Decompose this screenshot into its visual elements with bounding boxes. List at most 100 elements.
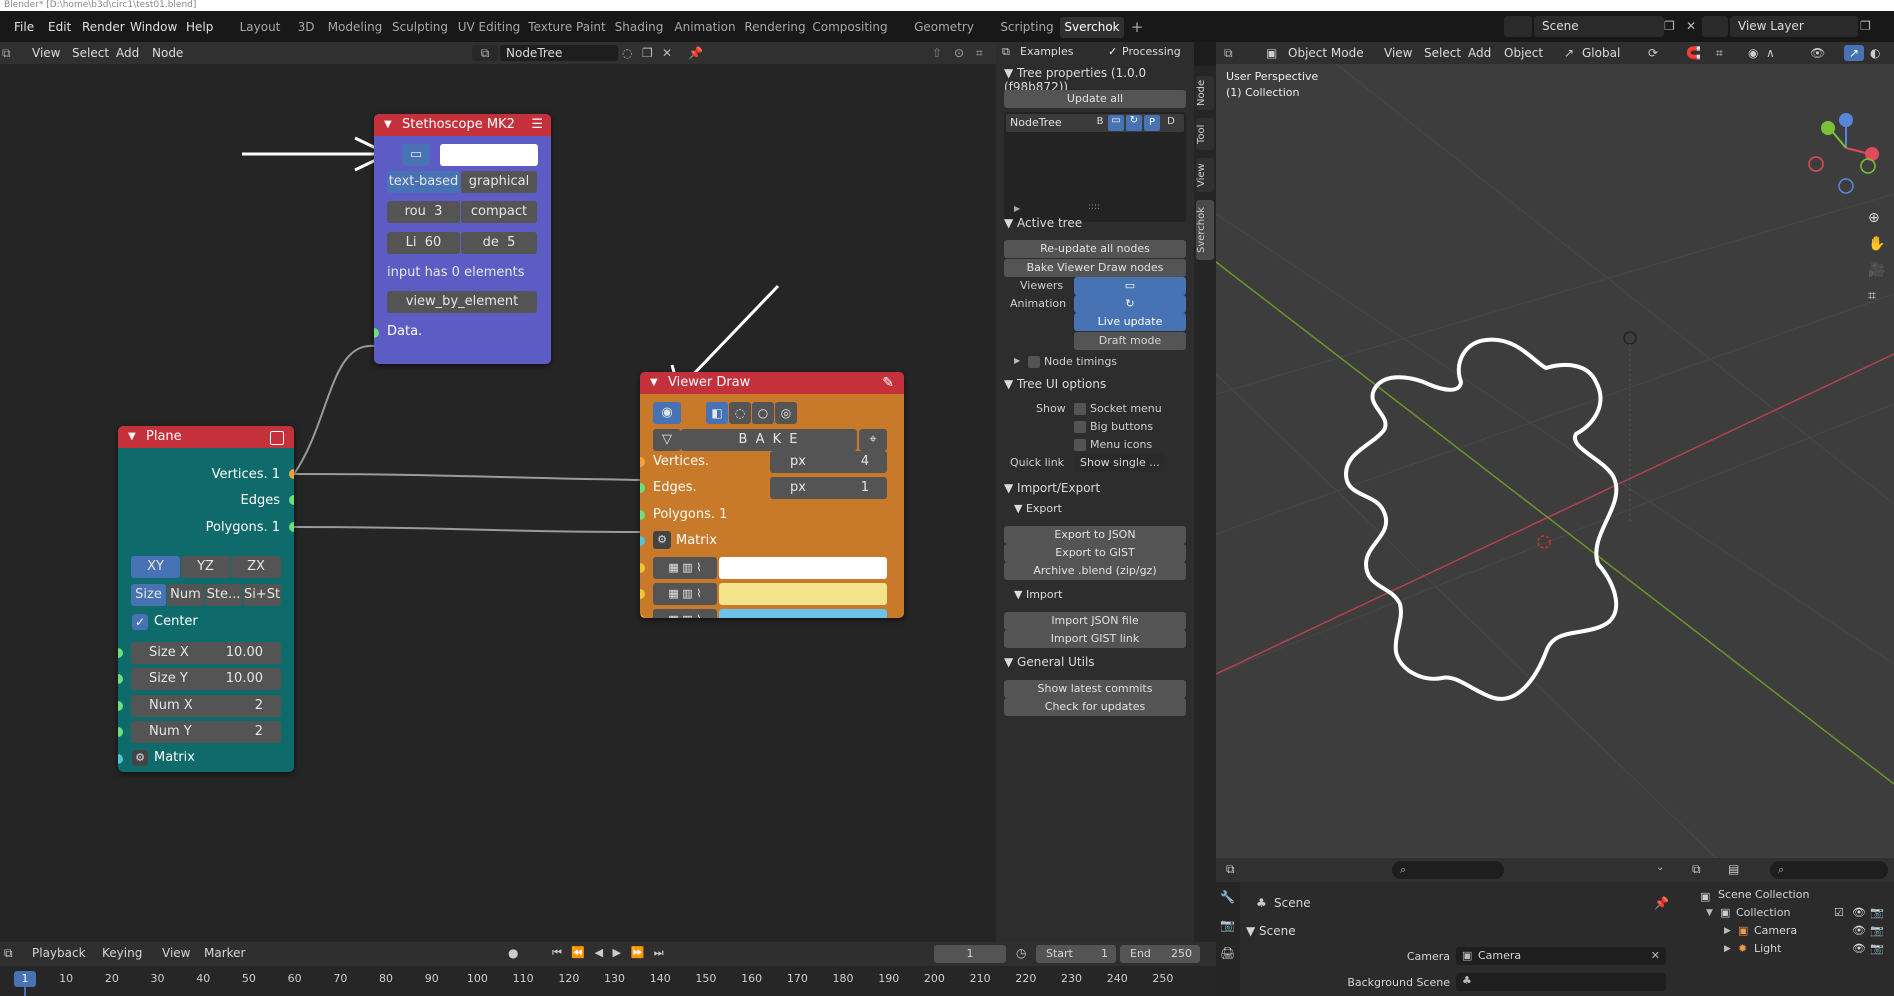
vertices-input-socket[interactable] (640, 457, 645, 467)
live-update-toggle[interactable]: Live update (1074, 313, 1186, 331)
tree-list-item[interactable]: NodeTree B ▭ ↻ P D (1006, 114, 1184, 132)
ortho-toggle-icon[interactable]: ⌗ (1868, 288, 1876, 304)
marker-menu[interactable]: Marker (204, 946, 245, 960)
tab-sverchok[interactable]: Sverchok (1060, 17, 1124, 38)
plane-xy[interactable]: XY (131, 556, 180, 578)
mode-size[interactable]: Size (131, 584, 166, 606)
menu-file[interactable]: File (14, 18, 34, 36)
tree-animate-icon[interactable]: ↻ (1126, 115, 1142, 131)
collection-expand-icon[interactable]: ▼ (1706, 908, 1713, 918)
edge-color-socket[interactable] (640, 589, 645, 599)
vtab-tool[interactable]: Tool (1196, 118, 1214, 150)
background-scene-field[interactable]: ♣ (1456, 973, 1666, 991)
gizmo-toggle-icon[interactable]: ↗ (1844, 45, 1864, 61)
import-export-panel[interactable]: ▼ Import/Export (1004, 481, 1100, 495)
tree-list[interactable]: NodeTree B ▭ ↻ P D ▶ :::: (1004, 112, 1186, 222)
list-resize-grip-icon[interactable]: :::: (1088, 202, 1100, 212)
view-layer-selector[interactable]: View Layer (1730, 16, 1858, 37)
matrix-input-socket[interactable] (640, 536, 645, 546)
light-icon[interactable] (1623, 331, 1637, 524)
mode-size-step[interactable]: Si+St (243, 584, 281, 606)
mode-graphical[interactable]: graphical (461, 171, 537, 193)
archive-blend-button[interactable]: Archive .blend (zip/gz) (1004, 562, 1186, 580)
stethoscope-header[interactable]: ▼ Stethoscope MK2 ☰ (374, 114, 551, 136)
num-y-field[interactable]: Num Y 2 (131, 721, 281, 743)
mode-step[interactable]: Ste... (205, 584, 242, 606)
export-gist-button[interactable]: Export to GIST (1004, 544, 1186, 562)
collection-row[interactable]: Collection (1736, 906, 1790, 919)
add-workspace-icon[interactable]: + (1128, 17, 1146, 38)
text-color-swatch[interactable] (440, 144, 538, 166)
depth-field[interactable]: de 5 (461, 232, 537, 254)
editor-type-icon[interactable]: ⧉ (1226, 862, 1235, 877)
tab-rendering[interactable]: Rendering (744, 17, 806, 38)
edge-display-icon[interactable]: ○ (752, 402, 774, 424)
menu-icons-checkbox[interactable] (1074, 439, 1086, 451)
face-color-socket[interactable] (640, 615, 645, 618)
active-tree-panel[interactable]: ▼ Active tree (1004, 216, 1082, 230)
viewport-menu-add[interactable]: Add (1468, 45, 1491, 61)
tab-animation[interactable]: Animation (672, 17, 738, 38)
overlays-icon[interactable]: ◐ (1870, 45, 1880, 61)
import-gist-button[interactable]: Import GIST link (1004, 630, 1186, 648)
navigation-gizmo-icon[interactable] (1808, 113, 1879, 194)
dropdown-icon[interactable]: ⌄ (1656, 862, 1664, 873)
tab-compositing[interactable]: Compositing (812, 17, 888, 38)
vtab-sverchok[interactable]: Sverchok (1196, 200, 1214, 260)
view-layer-copy-icon[interactable]: ❐ (1860, 16, 1878, 37)
display-mode-icon[interactable]: ▤ (1728, 862, 1739, 876)
tree-flag-d[interactable]: D (1164, 116, 1178, 127)
menu-window[interactable]: Window (130, 18, 177, 36)
outliner-light-row[interactable]: Light (1754, 942, 1781, 955)
outliner-camera-row[interactable]: Camera (1754, 924, 1797, 937)
reupdate-nodes-button[interactable]: Re-update all nodes (1004, 240, 1186, 258)
collapse-icon[interactable]: ▼ (384, 114, 392, 136)
compact-toggle[interactable]: compact (461, 201, 537, 223)
processing-toggle[interactable]: Processing (1122, 45, 1181, 58)
tab-geometry-nodes[interactable]: Geometry Nodes (894, 17, 994, 55)
editor-type-icon[interactable]: ⧉ (1692, 862, 1701, 877)
zoom-icon[interactable]: ⊕ (1868, 210, 1880, 226)
show-commits-button[interactable]: Show latest commits (1004, 680, 1186, 698)
menu-edit[interactable]: Edit (48, 18, 71, 36)
examples-menu[interactable]: Examples (1020, 45, 1073, 58)
export-subpanel[interactable]: ▼ Export (1014, 502, 1062, 515)
tab-shading[interactable]: Shading (612, 17, 666, 38)
record-icon[interactable]: ● (508, 946, 518, 960)
snap-target-icon[interactable]: ⌗ (1716, 45, 1723, 61)
tool-tab-icon[interactable]: 🔧 (1220, 890, 1235, 904)
viewer-draw-node[interactable]: ▼ Viewer Draw ✎ ◉ ◧ ◌ ○ ◎ ▽ B A K E ⌖ Ve… (640, 372, 904, 618)
vertex-size-field[interactable]: px 4 (770, 451, 887, 473)
vtab-node[interactable]: Node (1196, 76, 1214, 110)
num-x-socket[interactable] (118, 701, 123, 711)
tab-scripting[interactable]: Scripting (998, 17, 1056, 38)
size-x-socket[interactable] (118, 648, 123, 658)
eye-icon[interactable]: ◉ (653, 402, 681, 424)
visibility-eye-icon[interactable]: 👁 (1852, 942, 1866, 955)
vtab-view[interactable]: View (1196, 158, 1214, 192)
tree-viewer-icon[interactable]: ▭ (1108, 115, 1124, 131)
vertex-color-socket[interactable] (640, 563, 645, 573)
list-expand-icon[interactable]: ▶ (1014, 204, 1020, 213)
plane-yz[interactable]: YZ (181, 556, 230, 578)
light-expand-icon[interactable]: ▶ (1724, 944, 1731, 954)
menu-render[interactable]: Render (82, 18, 125, 36)
start-frame-field[interactable]: Start 1 (1036, 945, 1116, 963)
bake-options-icon[interactable]: ▽ (653, 429, 681, 451)
node-timings-checkbox[interactable] (1028, 356, 1040, 368)
visibility-eye-icon[interactable]: 👁 (1852, 924, 1866, 937)
line-limit-field[interactable]: Li 60 (387, 232, 460, 254)
tree-flag-b[interactable]: B (1094, 116, 1106, 127)
tab-uv-editing[interactable]: UV Editing (456, 17, 522, 38)
bake-target-icon[interactable]: ⌖ (859, 429, 887, 451)
animation-toggle-icon[interactable]: ↻ (1074, 295, 1186, 313)
num-y-socket[interactable] (118, 727, 123, 737)
viewer-draw-header[interactable]: ▼ Viewer Draw ✎ (640, 372, 904, 394)
face-color-options-icon[interactable]: ▦ ▥ ⌇ (653, 609, 717, 618)
viewer-toggle-icon[interactable]: ▭ (402, 144, 430, 166)
view-by-element-button[interactable]: view_by_element (387, 291, 537, 313)
end-frame-field[interactable]: End 250 (1120, 945, 1200, 963)
node-menu-icon[interactable]: ☰ (531, 114, 543, 136)
draft-mode-toggle[interactable]: Draft mode (1074, 332, 1186, 350)
edit-pencil-icon[interactable]: ✎ (882, 372, 894, 394)
